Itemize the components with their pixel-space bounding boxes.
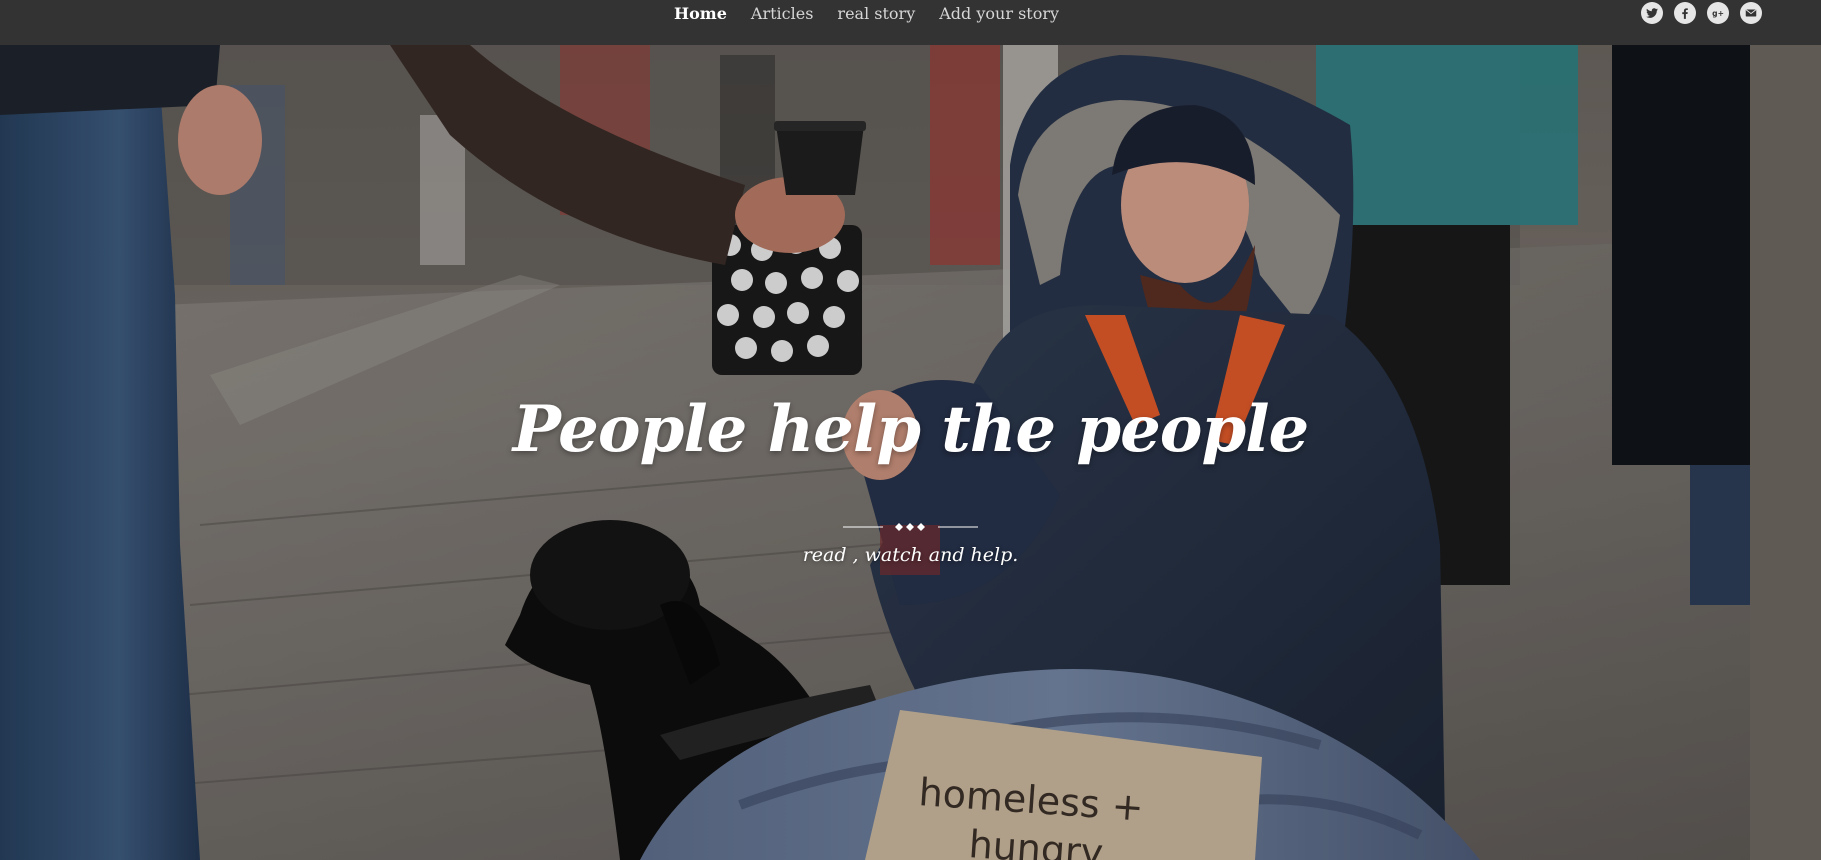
nav-link-real-story[interactable]: real story: [837, 4, 915, 23]
facebook-icon[interactable]: [1674, 2, 1696, 24]
hero-subtitle: read , watch and help.: [802, 544, 1019, 566]
hero-section: homeless + hungry People help the people…: [0, 45, 1821, 860]
nav-link-home[interactable]: Home: [674, 4, 727, 23]
main-menu: Home Articles real story Add your story: [674, 0, 1083, 27]
email-icon[interactable]: [1740, 2, 1762, 24]
twitter-icon[interactable]: [1641, 2, 1663, 24]
google-plus-icon[interactable]: g+: [1707, 2, 1729, 24]
svg-text:g+: g+: [1712, 9, 1724, 18]
nav-link-add-your-story[interactable]: Add your story: [939, 4, 1059, 23]
hero-divider: [843, 523, 978, 531]
hero-title: People help the people: [512, 392, 1310, 467]
top-navbar: Home Articles real story Add your story …: [0, 0, 1821, 45]
social-links: g+: [1641, 2, 1762, 24]
nav-link-articles[interactable]: Articles: [751, 4, 814, 23]
